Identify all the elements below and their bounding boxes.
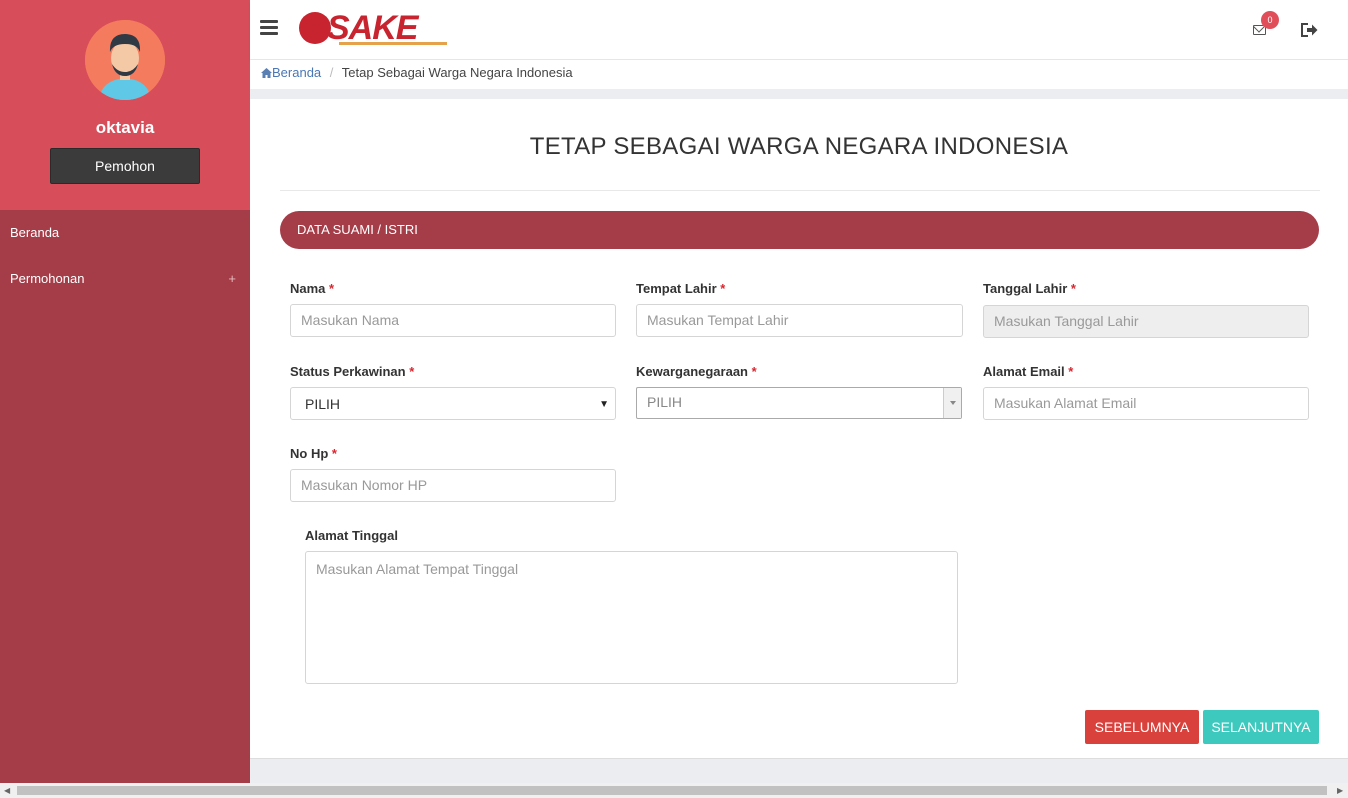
kewarganegaraan-value: PILIH: [647, 394, 683, 410]
sidebar-item-permohonan[interactable]: Permohonan +: [0, 259, 250, 299]
home-icon: [261, 68, 272, 78]
sidebar-item-beranda[interactable]: Beranda: [0, 213, 250, 253]
hamburger-menu-icon[interactable]: [260, 20, 278, 36]
divider: [280, 190, 1320, 191]
tempat-lahir-label: Tempat Lahir *: [636, 281, 726, 296]
breadcrumb-current: Tetap Sebagai Warga Negara Indonesia: [341, 65, 573, 80]
status-perkawinan-value: PILIH: [305, 396, 341, 412]
user-avatar-icon: [85, 20, 165, 100]
kewarganegaraan-select[interactable]: PILIH: [636, 387, 962, 419]
tanggal-lahir-input[interactable]: Masukan Tanggal Lahir: [983, 305, 1309, 338]
no-hp-label: No Hp *: [290, 446, 337, 461]
alamat-tinggal-label: Alamat Tinggal: [305, 528, 398, 543]
top-header: SAKE 0: [250, 0, 1348, 60]
section-header: DATA SUAMI / ISTRI: [280, 211, 1319, 249]
caret-down-icon: ▼: [599, 399, 609, 410]
alamat-email-input[interactable]: Masukan Alamat Email: [983, 387, 1309, 420]
logout-icon[interactable]: [1299, 21, 1319, 39]
logo: SAKE: [299, 9, 451, 51]
scrollbar-thumb[interactable]: [17, 786, 1327, 795]
sidebar-item-label: Beranda: [10, 225, 60, 240]
breadcrumb: Beranda / Tetap Sebagai Warga Negara Ind…: [250, 60, 1348, 89]
chevron-down-icon: [943, 388, 961, 418]
horizontal-scrollbar[interactable]: ◀ ▶: [0, 783, 1348, 798]
logo-tagline-decoration: [339, 42, 447, 45]
scroll-right-icon[interactable]: ▶: [1337, 786, 1343, 795]
alamat-email-label: Alamat Email *: [983, 364, 1074, 379]
scroll-left-icon[interactable]: ◀: [4, 786, 10, 795]
breadcrumb-home-label: Beranda: [272, 65, 322, 80]
breadcrumb-home[interactable]: Beranda: [261, 65, 325, 80]
sidebar: oktavia Pemohon Beranda Permohonan +: [0, 0, 250, 783]
sidebar-item-label: Permohonan: [10, 271, 85, 286]
alamat-tinggal-textarea[interactable]: Masukan Alamat Tempat Tinggal: [305, 551, 958, 684]
avatar: [85, 20, 165, 100]
profile-panel: oktavia Pemohon: [0, 0, 250, 210]
role-button[interactable]: Pemohon: [50, 148, 200, 184]
plus-icon: +: [228, 271, 236, 286]
status-perkawinan-label: Status Perkawinan *: [290, 364, 415, 379]
tanggal-lahir-label: Tanggal Lahir *: [983, 281, 1076, 296]
username: oktavia: [95, 118, 155, 137]
status-perkawinan-select[interactable]: PILIH ▼: [290, 387, 616, 420]
page-title: TETAP SEBAGAI WARGA NEGARA INDONESIA: [529, 133, 1069, 160]
no-hp-input[interactable]: Masukan Nomor HP: [290, 469, 616, 502]
nama-input[interactable]: Masukan Nama: [290, 304, 616, 337]
tempat-lahir-input[interactable]: Masukan Tempat Lahir: [636, 304, 963, 337]
nama-label: Nama *: [290, 281, 335, 296]
kewarganegaraan-label: Kewarganegaraan *: [636, 364, 757, 379]
next-button[interactable]: SELANJUTNYA: [1203, 710, 1319, 744]
notification-badge: 0: [1261, 11, 1279, 29]
previous-button[interactable]: SEBELUMNYA: [1085, 710, 1199, 744]
form-card: TETAP SEBAGAI WARGA NEGARA INDONESIA DAT…: [250, 99, 1348, 759]
breadcrumb-separator: /: [329, 65, 334, 80]
